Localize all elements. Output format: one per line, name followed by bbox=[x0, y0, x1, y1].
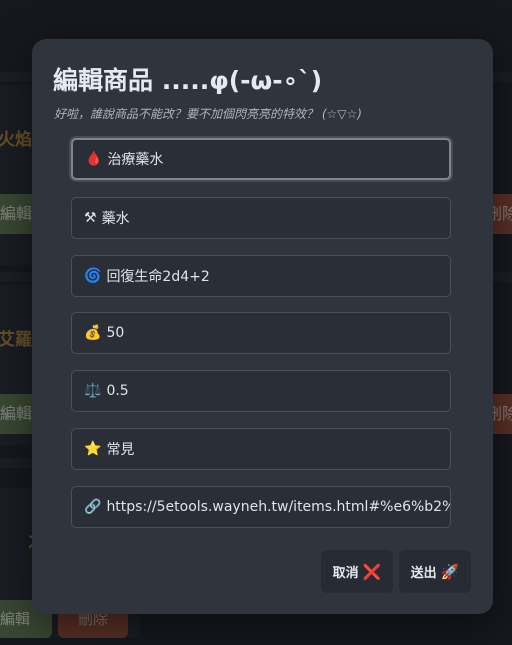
item-type-value: 藥水 bbox=[101, 211, 130, 227]
cancel-button[interactable]: 取消 ❌ bbox=[321, 550, 393, 593]
item-type-field[interactable]: ⚒ 藥水 bbox=[71, 197, 451, 239]
hammer-icon: ⚒ bbox=[84, 210, 97, 226]
close-icon: ❌ bbox=[362, 563, 382, 581]
potion-icon: 🩸 bbox=[85, 151, 103, 167]
modal-subtitle: 好啦，誰說商品不能改？要不加個閃亮亮的特效？ (☆▽☆) bbox=[54, 107, 362, 121]
item-price-value: 50 bbox=[106, 325, 125, 341]
scale-icon: ⚖️ bbox=[84, 383, 102, 399]
item-link-value: https://5etools.wayneh.tw/items.html#%e6… bbox=[106, 499, 451, 515]
item-name-field[interactable]: 🩸 治療藥水 bbox=[71, 138, 451, 180]
item-weight-field[interactable]: ⚖️ 0.5 bbox=[71, 370, 451, 412]
money-bag-icon: 💰 bbox=[84, 325, 102, 341]
edit-item-modal: 編輯商品 .....φ(-ω-∘`) 好啦，誰說商品不能改？要不加個閃亮亮的特效… bbox=[32, 39, 493, 614]
item-link-field[interactable]: 🔗 https://5etools.wayneh.tw/items.html#%… bbox=[71, 486, 451, 528]
swirl-icon: 🌀 bbox=[84, 268, 102, 284]
star-icon: ⭐ bbox=[84, 441, 102, 457]
item-effect-value: 回復生命2d4+2 bbox=[106, 269, 210, 285]
item-price-field[interactable]: 💰 50 bbox=[71, 312, 451, 354]
item-name-value: 治療藥水 bbox=[107, 152, 164, 168]
item-rarity-field[interactable]: ⭐ 常見 bbox=[71, 428, 451, 470]
item-effect-field[interactable]: 🌀 回復生命2d4+2 bbox=[71, 255, 451, 297]
cancel-label: 取消 bbox=[332, 565, 359, 580]
link-icon: 🔗 bbox=[84, 499, 102, 515]
submit-button[interactable]: 送出 🚀 bbox=[399, 550, 471, 593]
rocket-icon: 🚀 bbox=[440, 563, 460, 581]
item-rarity-value: 常見 bbox=[106, 442, 135, 458]
item-weight-value: 0.5 bbox=[106, 383, 129, 399]
modal-title: 編輯商品 .....φ(-ω-∘`) bbox=[53, 66, 323, 95]
submit-label: 送出 bbox=[410, 565, 437, 580]
